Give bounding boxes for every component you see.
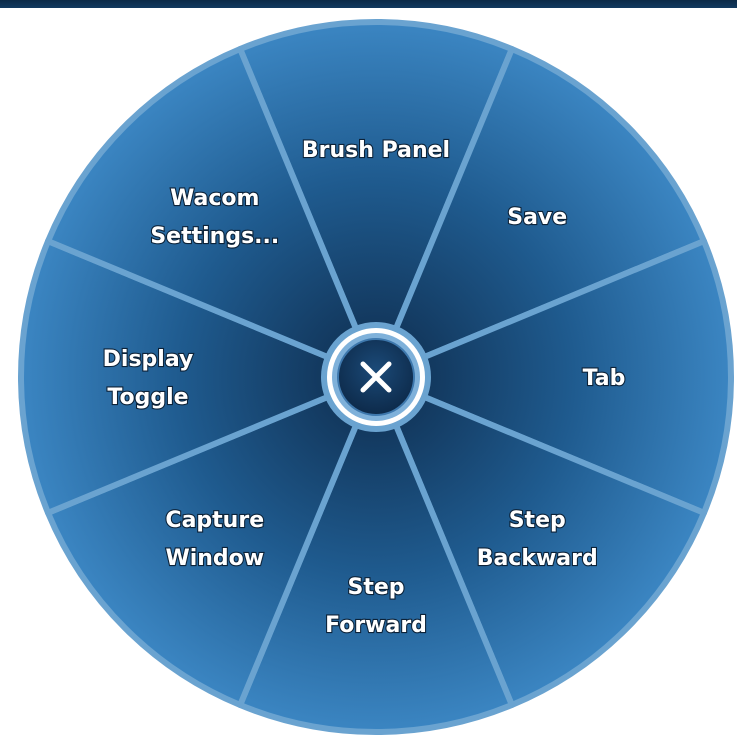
radial-menu: Brush PanelSaveTabStep BackwardStep Forwar…	[18, 19, 734, 735]
close-button[interactable]	[332, 333, 420, 421]
radial-menu-screen: Brush Panel Save Tab Step Backward Step Forwar…	[0, 0, 737, 735]
